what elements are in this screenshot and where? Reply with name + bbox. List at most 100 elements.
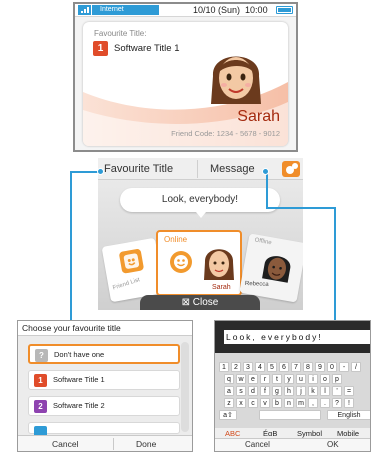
- battery-icon: [276, 6, 293, 14]
- key-,[interactable]: ,: [308, 398, 318, 408]
- key--[interactable]: -: [339, 362, 349, 372]
- mii-settings-button[interactable]: [282, 161, 300, 177]
- key-2[interactable]: 2: [231, 362, 241, 372]
- keyboard-cancel-button[interactable]: Cancel: [245, 439, 270, 451]
- software-title: Software Title 1: [114, 43, 180, 54]
- keyboard-ok-button[interactable]: OK: [327, 439, 339, 451]
- key-5[interactable]: 5: [267, 362, 277, 372]
- key-=[interactable]: =: [344, 386, 354, 396]
- bottom-screen: Favourite Title Message Look, everybody!…: [98, 158, 303, 310]
- list-item-label: Software Title 2: [53, 401, 105, 410]
- key-1[interactable]: 1: [219, 362, 229, 372]
- clock: 10/10 (Sun) 10:00: [193, 4, 268, 16]
- choose-title-panel: Choose your favourite title ? Don't have…: [17, 320, 193, 452]
- shift-key[interactable]: a⇧: [219, 410, 237, 420]
- key-p[interactable]: p: [332, 374, 342, 384]
- friend-name-sarah: Sarah: [212, 284, 231, 291]
- key-f[interactable]: f: [260, 386, 270, 396]
- language-label: English: [337, 412, 361, 419]
- key-6[interactable]: 6: [279, 362, 289, 372]
- key-y[interactable]: y: [284, 374, 294, 384]
- key-d[interactable]: d: [248, 386, 258, 396]
- list-item-dont-have-one[interactable]: ? Don't have one: [28, 344, 180, 364]
- key-z[interactable]: z: [224, 398, 234, 408]
- key-g[interactable]: g: [272, 386, 282, 396]
- key-row-numbers: 1 2 3 4 5 6 7 8 9 0- /: [215, 362, 370, 372]
- key-j[interactable]: j: [296, 386, 306, 396]
- key-s[interactable]: s: [236, 386, 246, 396]
- key-l[interactable]: l: [320, 386, 330, 396]
- status-bar: Internet 10/10 (Sun) 10:00: [75, 4, 296, 17]
- signal-icon: [78, 5, 91, 15]
- key-'[interactable]: ': [332, 386, 342, 396]
- callout-line-fav-vertical: [70, 171, 72, 321]
- title-badge-1: 1: [34, 374, 47, 387]
- key-?[interactable]: ?: [332, 398, 342, 408]
- callout-dot-favourite: [97, 168, 104, 175]
- friend-name-rebecca: Rebecca: [244, 281, 269, 288]
- key-0[interactable]: 0: [327, 362, 337, 372]
- key-9[interactable]: 9: [315, 362, 325, 372]
- tab-message[interactable]: Message: [210, 158, 255, 180]
- key-![interactable]: !: [344, 398, 354, 408]
- key-8[interactable]: 8: [303, 362, 313, 372]
- choose-footer: Cancel Done: [18, 435, 192, 451]
- language-key[interactable]: English: [327, 410, 370, 420]
- key-u[interactable]: u: [296, 374, 306, 384]
- key-n[interactable]: n: [284, 398, 294, 408]
- key-b[interactable]: b: [272, 398, 282, 408]
- message-input[interactable]: Look, everybody!: [224, 330, 370, 344]
- offline-label: Offline: [253, 237, 273, 247]
- key-x[interactable]: x: [236, 398, 246, 408]
- key-3[interactable]: 3: [243, 362, 253, 372]
- user-name: Sarah: [237, 108, 280, 125]
- tab-favourite-title[interactable]: Favourite Title: [104, 158, 173, 180]
- callout-line-msg-vertical-1: [266, 171, 268, 209]
- close-button[interactable]: ⊠ Close: [140, 295, 260, 310]
- tab-divider: [197, 160, 198, 178]
- key-/[interactable]: /: [351, 362, 361, 372]
- online-friend-panel[interactable]: Online Sarah: [156, 230, 242, 296]
- key-k[interactable]: k: [308, 386, 318, 396]
- list-item-label: Software Title 1: [53, 375, 105, 384]
- profile-card: Favourite Title: 1 Software Title 1 Sara…: [83, 22, 288, 146]
- cancel-button[interactable]: Cancel: [52, 436, 78, 451]
- favourite-title-label: Favourite Title:: [94, 29, 147, 38]
- key-o[interactable]: o: [320, 374, 330, 384]
- key-m[interactable]: m: [296, 398, 306, 408]
- software-badge: 1: [93, 41, 108, 56]
- keyboard-footer: Cancel OK: [215, 438, 370, 451]
- date-text: 10/10 (Sun): [193, 5, 241, 15]
- key-e[interactable]: e: [248, 374, 258, 384]
- space-key[interactable]: [259, 410, 321, 420]
- key-r[interactable]: r: [260, 374, 270, 384]
- header-tabs: Favourite Title Message: [98, 158, 303, 180]
- key-c[interactable]: c: [248, 398, 258, 408]
- key-t[interactable]: t: [272, 374, 282, 384]
- key-.[interactable]: .: [320, 398, 330, 408]
- list-item-software-title-1[interactable]: 1 Software Title 1: [28, 370, 180, 390]
- callout-dot-message: [262, 168, 269, 175]
- key-row-top: qwertyuiop: [215, 374, 370, 384]
- key-v[interactable]: v: [260, 398, 270, 408]
- list-item-partial[interactable]: [28, 422, 180, 439]
- key-q[interactable]: q: [224, 374, 234, 384]
- key-7[interactable]: 7: [291, 362, 301, 372]
- offline-friend-panel[interactable]: Offline Rebecca: [239, 233, 303, 303]
- key-4[interactable]: 4: [255, 362, 265, 372]
- callout-line-msg-vertical-2: [334, 207, 336, 321]
- key-i[interactable]: i: [308, 374, 318, 384]
- message-bubble: Look, everybody!: [120, 188, 280, 218]
- done-button[interactable]: Done: [136, 436, 156, 451]
- internet-status: Internet: [92, 5, 159, 15]
- key-h[interactable]: h: [284, 386, 294, 396]
- key-row-controls: a⇧ English: [215, 410, 370, 420]
- scrollbar[interactable]: [181, 342, 189, 432]
- close-icon: ⊠: [181, 297, 191, 308]
- key-w[interactable]: w: [236, 374, 246, 384]
- callout-line-msg-horizontal: [266, 207, 336, 209]
- friend-stage: Look, everybody! Friend List Online Sara…: [98, 180, 303, 310]
- list-item-label: Don't have one: [54, 350, 105, 359]
- key-a[interactable]: a: [224, 386, 234, 396]
- list-item-software-title-2[interactable]: 2 Software Title 2: [28, 396, 180, 416]
